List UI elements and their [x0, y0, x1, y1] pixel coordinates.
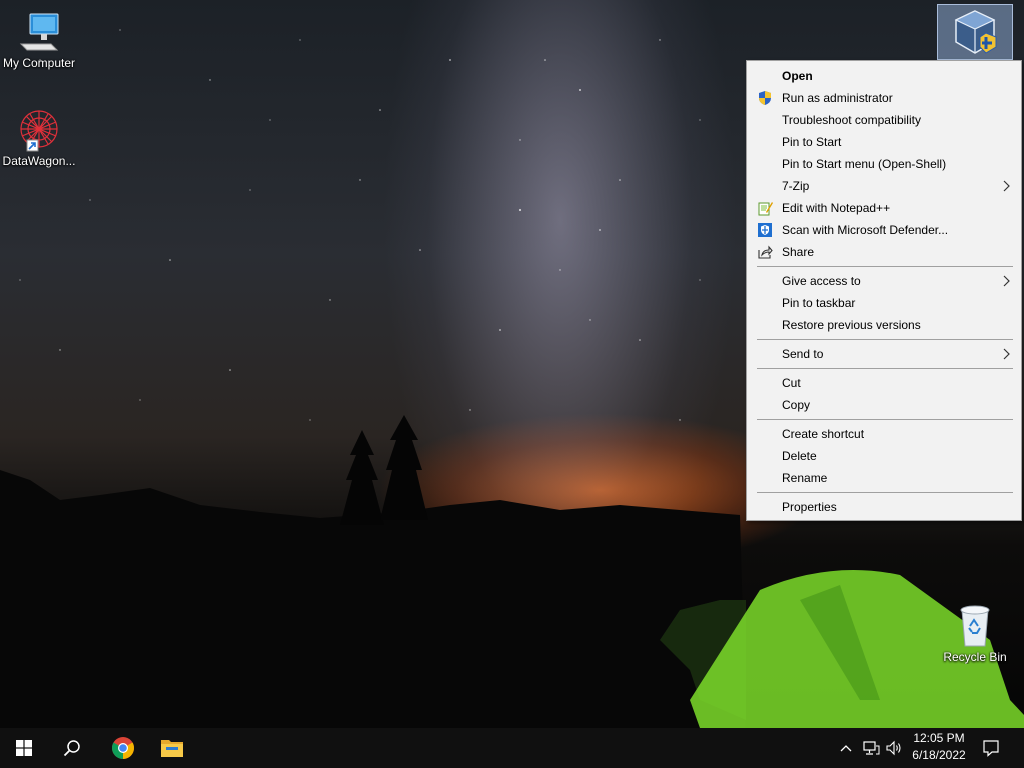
chevron-up-icon	[840, 745, 852, 752]
desktop-icon-label: Recycle Bin	[943, 650, 1007, 664]
notepad-plus-plus-icon	[758, 202, 773, 216]
menu-item-pin-to-taskbar[interactable]: Pin to taskbar	[749, 292, 1019, 314]
computer-icon	[19, 13, 59, 51]
menu-item-label: Share	[782, 245, 815, 259]
menu-item-label: Pin to Start	[782, 135, 842, 149]
tray-volume-button[interactable]	[884, 738, 904, 758]
menu-item-scan-with-microsoft-defender[interactable]: Scan with Microsoft Defender...	[749, 219, 1019, 241]
menu-item-label: Edit with Notepad++	[782, 201, 891, 215]
menu-item-label: Restore previous versions	[782, 318, 921, 332]
menu-item-share[interactable]: Share	[749, 241, 1019, 263]
menu-separator	[757, 339, 1013, 340]
chrome-icon	[112, 737, 134, 759]
desktop-icon-virtualbox-selected[interactable]	[937, 4, 1013, 60]
clock-time: 12:05 PM	[913, 731, 965, 745]
start-button[interactable]	[0, 728, 48, 768]
menu-item-properties[interactable]: Properties	[749, 496, 1019, 518]
virtualbox-icon	[954, 10, 997, 54]
menu-item-label: Rename	[782, 471, 828, 485]
windows-start-icon	[16, 740, 32, 756]
defender-icon	[758, 223, 772, 237]
menu-item-edit-with-notepad-plus-plus[interactable]: Edit with Notepad++	[749, 197, 1019, 219]
menu-item-7zip[interactable]: 7-Zip	[749, 175, 1019, 197]
chevron-right-icon	[1003, 180, 1010, 192]
chevron-right-icon	[1003, 275, 1010, 287]
taskbar-clock[interactable]: 12:05 PM 6/18/2022	[906, 730, 972, 766]
menu-item-delete[interactable]: Delete	[749, 445, 1019, 467]
desktop-icon-datawagon[interactable]: DataWagon...	[1, 108, 77, 168]
desktop-icon-label: My Computer	[2, 56, 76, 70]
taskbar-file-explorer-button[interactable]	[148, 728, 196, 768]
tray-network-button[interactable]	[861, 738, 881, 758]
search-icon	[63, 740, 80, 757]
menu-item-label: Pin to Start menu (Open-Shell)	[782, 157, 947, 171]
menu-separator	[757, 266, 1013, 267]
clock-date: 6/18/2022	[912, 748, 966, 762]
network-icon	[863, 741, 880, 755]
menu-item-label: Cut	[782, 376, 801, 390]
menu-item-pin-to-start-menu-open-shell[interactable]: Pin to Start menu (Open-Shell)	[749, 153, 1019, 175]
file-explorer-icon	[161, 740, 183, 757]
desktop-icon-label: DataWagon...	[2, 154, 76, 168]
menu-item-give-access-to[interactable]: Give access to	[749, 270, 1019, 292]
recycle-bin-icon	[960, 605, 990, 647]
menu-item-pin-to-start[interactable]: Pin to Start	[749, 131, 1019, 153]
menu-separator	[757, 419, 1013, 420]
desktop-icon-recycle-bin[interactable]: Recycle Bin	[937, 602, 1013, 664]
menu-item-label: Give access to	[782, 274, 861, 288]
menu-separator	[757, 368, 1013, 369]
menu-item-send-to[interactable]: Send to	[749, 343, 1019, 365]
taskbar-chrome-button[interactable]	[99, 728, 147, 768]
datawagon-shortcut-icon	[20, 110, 58, 152]
menu-item-label: Delete	[782, 449, 817, 463]
menu-item-label: Pin to taskbar	[782, 296, 856, 310]
menu-item-label: Troubleshoot compatibility	[782, 113, 921, 127]
menu-item-label: Scan with Microsoft Defender...	[782, 223, 949, 237]
menu-item-label: Open	[782, 69, 813, 83]
volume-icon	[886, 740, 901, 756]
menu-item-label: Send to	[782, 347, 824, 361]
menu-item-label: 7-Zip	[782, 179, 810, 193]
menu-item-run-as-administrator[interactable]: Run as administrator	[749, 87, 1019, 109]
action-center-icon	[983, 740, 999, 757]
context-menu: Open Run as administrator Troubleshoot c…	[746, 60, 1022, 521]
action-center-button[interactable]	[981, 738, 1001, 758]
tray-overflow-button[interactable]	[836, 738, 856, 758]
menu-item-open[interactable]: Open	[749, 65, 1019, 87]
menu-item-label: Run as administrator	[782, 91, 893, 105]
search-button[interactable]	[48, 728, 96, 768]
menu-item-restore-previous-versions[interactable]: Restore previous versions	[749, 314, 1019, 336]
desktop-icon-my-computer[interactable]: My Computer	[1, 10, 77, 70]
menu-item-label: Copy	[782, 398, 811, 412]
chevron-right-icon	[1003, 348, 1010, 360]
uac-shield-icon	[759, 91, 771, 105]
share-icon	[758, 245, 773, 259]
menu-item-label: Properties	[782, 500, 837, 514]
menu-item-cut[interactable]: Cut	[749, 372, 1019, 394]
menu-item-label: Create shortcut	[782, 427, 865, 441]
menu-item-rename[interactable]: Rename	[749, 467, 1019, 489]
menu-item-create-shortcut[interactable]: Create shortcut	[749, 423, 1019, 445]
menu-item-troubleshoot-compatibility[interactable]: Troubleshoot compatibility	[749, 109, 1019, 131]
taskbar: 12:05 PM 6/18/2022	[0, 728, 1024, 768]
menu-separator	[757, 492, 1013, 493]
menu-item-copy[interactable]: Copy	[749, 394, 1019, 416]
